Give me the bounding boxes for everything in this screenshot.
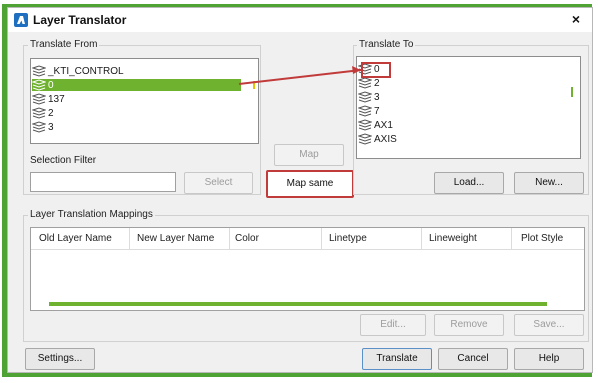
list-item[interactable]: 3 xyxy=(32,121,257,133)
layer-stack-icon xyxy=(358,91,372,103)
select-button[interactable]: Select xyxy=(184,172,253,194)
list-item[interactable]: 7 xyxy=(358,105,578,117)
mappings-table[interactable]: Old Layer Name New Layer Name Color Line… xyxy=(30,227,585,311)
edit-button[interactable]: Edit... xyxy=(360,314,426,336)
list-item[interactable]: 137 xyxy=(32,93,257,105)
cancel-button[interactable]: Cancel xyxy=(438,348,508,370)
new-button[interactable]: New... xyxy=(514,172,584,194)
selection-filter-input[interactable] xyxy=(30,172,176,192)
load-button[interactable]: Load... xyxy=(434,172,504,194)
layer-stack-icon xyxy=(358,119,372,131)
green-marker xyxy=(253,81,255,89)
layer-stack-icon xyxy=(32,65,46,77)
selection-filter-label: Selection Filter xyxy=(30,155,97,166)
list-item[interactable]: _KTI_CONTROL xyxy=(32,65,257,77)
layer-name: 3 xyxy=(48,121,54,133)
column-header-color[interactable]: Color xyxy=(235,228,259,250)
layer-stack-icon xyxy=(358,133,372,145)
translate-to-label: Translate To xyxy=(357,39,416,50)
translate-from-label: Translate From xyxy=(28,39,100,50)
layer-stack-icon xyxy=(32,121,46,133)
map-same-button[interactable]: Map same xyxy=(266,170,354,198)
save-button[interactable]: Save... xyxy=(514,314,584,336)
layer-stack-icon xyxy=(32,79,46,91)
mappings-header: Old Layer Name New Layer Name Color Line… xyxy=(31,228,584,250)
green-marker xyxy=(571,87,573,97)
layer-name: AX1 xyxy=(374,119,393,131)
column-separator xyxy=(511,228,512,250)
column-separator xyxy=(129,228,130,250)
layer-name: _KTI_CONTROL xyxy=(48,65,124,77)
settings-button[interactable]: Settings... xyxy=(25,348,95,370)
list-item[interactable]: AX1 xyxy=(358,119,578,131)
layer-stack-icon xyxy=(32,93,46,105)
close-button[interactable]: × xyxy=(566,10,586,28)
column-header-lineweight[interactable]: Lineweight xyxy=(429,228,477,250)
list-item[interactable]: 2 xyxy=(358,77,578,89)
layer-name: 0 xyxy=(48,79,54,91)
column-header-new-layer-name[interactable]: New Layer Name xyxy=(137,228,214,250)
translate-from-list[interactable]: _KTI_CONTROL 0 137 2 3 xyxy=(30,58,259,144)
column-header-plot-style[interactable]: Plot Style xyxy=(521,228,563,250)
help-button[interactable]: Help xyxy=(514,348,584,370)
map-button[interactable]: Map xyxy=(274,144,344,166)
layer-name: 3 xyxy=(374,91,380,103)
app-logo-icon xyxy=(14,13,28,27)
layer-name: 7 xyxy=(374,105,380,117)
screenshot-frame: Layer Translator × Translate From _KTI_C… xyxy=(0,0,598,383)
list-item[interactable]: AXIS xyxy=(358,133,578,145)
column-separator xyxy=(229,228,230,250)
layer-name: 137 xyxy=(48,93,65,105)
window-title: Layer Translator xyxy=(33,13,127,27)
layer-name: 2 xyxy=(48,107,54,119)
column-header-linetype[interactable]: Linetype xyxy=(329,228,367,250)
layer-stack-icon xyxy=(358,105,372,117)
column-header-old-layer-name[interactable]: Old Layer Name xyxy=(39,228,112,250)
list-item[interactable]: 3 xyxy=(358,91,578,103)
column-separator xyxy=(421,228,422,250)
list-item[interactable]: 2 xyxy=(32,107,257,119)
target-highlight-box xyxy=(361,62,391,78)
layer-name: AXIS xyxy=(374,133,397,145)
remove-button[interactable]: Remove xyxy=(434,314,504,336)
layer-name: 2 xyxy=(374,77,380,89)
layer-stack-icon xyxy=(32,107,46,119)
column-separator xyxy=(321,228,322,250)
title-bar: Layer Translator × xyxy=(8,8,592,32)
list-item-selected[interactable]: 0 xyxy=(32,79,241,91)
translate-button[interactable]: Translate xyxy=(362,348,432,370)
horizontal-scrollbar[interactable] xyxy=(49,302,547,306)
layer-translator-dialog: Layer Translator × Translate From _KTI_C… xyxy=(7,7,593,373)
list-item[interactable]: 0 xyxy=(358,63,578,75)
layer-stack-icon xyxy=(358,77,372,89)
mappings-label: Layer Translation Mappings xyxy=(28,209,155,220)
